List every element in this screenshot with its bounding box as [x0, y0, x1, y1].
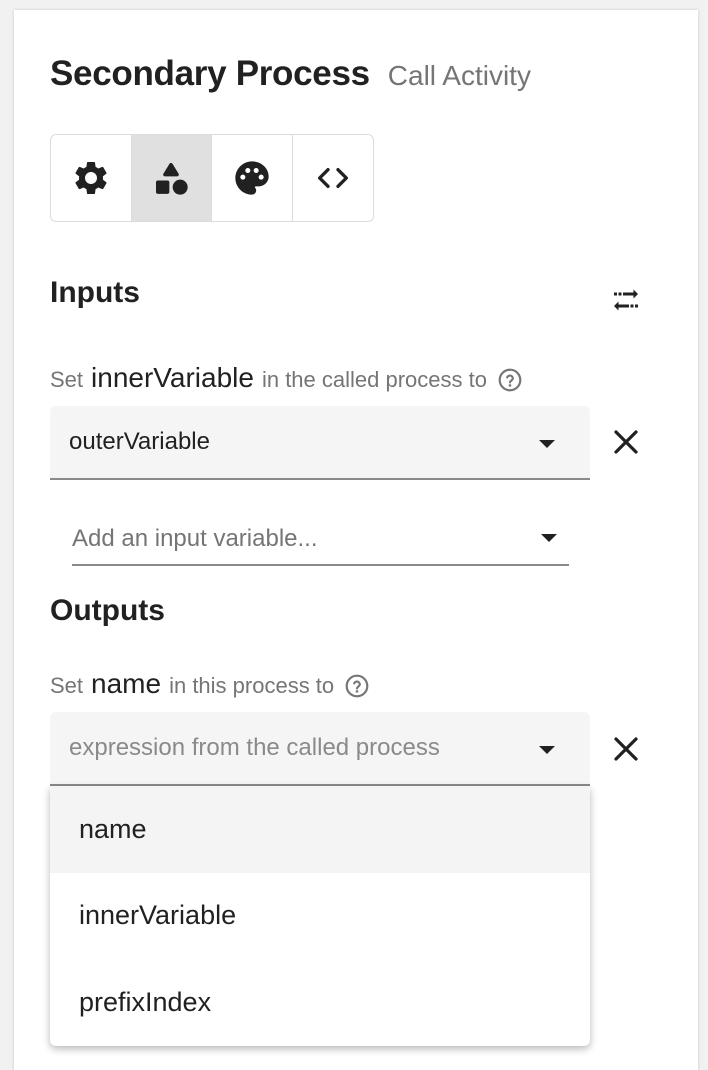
close-icon [614, 737, 638, 761]
hint-suffix: in this process to [169, 673, 335, 698]
shapes-icon [156, 162, 188, 195]
help-icon[interactable] [497, 367, 523, 393]
help-icon[interactable] [344, 673, 370, 699]
appearance-tab-button[interactable] [212, 135, 293, 221]
add-input-variable-select[interactable]: Add an input variable... [72, 514, 569, 566]
element-type-label: Call Activity [387, 60, 531, 91]
input-mapping-hint: Set innerVariable in the called process … [50, 362, 523, 394]
hint-variable-name: innerVariable [91, 362, 254, 393]
input-value: outerVariable [69, 428, 210, 455]
swap-horizontal-icon [614, 289, 638, 311]
add-input-placeholder: Add an input variable... [72, 525, 318, 552]
hint-variable-name: name [91, 668, 162, 699]
output-mapping-hint: Set name in this process to [50, 668, 370, 700]
panel-header: Secondary Process Call Activity [50, 54, 531, 94]
chevron-down-icon [539, 746, 555, 754]
output-options-menu: name innerVariable prefixIndex [50, 786, 590, 1046]
outputs-section-title: Outputs [50, 594, 165, 627]
settings-tab-button[interactable] [51, 135, 132, 221]
close-icon [614, 430, 638, 454]
menu-option-innervariable[interactable]: innerVariable [50, 873, 590, 960]
gear-icon [75, 162, 107, 194]
hint-suffix: in the called process to [261, 367, 487, 392]
properties-toolbar [50, 134, 374, 222]
hint-prefix: Set [50, 673, 84, 698]
swap-mapping-button[interactable] [606, 280, 646, 320]
code-tab-button[interactable] [293, 135, 374, 221]
chevron-down-icon [539, 440, 555, 448]
remove-input-button[interactable] [606, 422, 646, 462]
output-placeholder: expression from the called process [69, 734, 440, 761]
menu-option-prefixindex[interactable]: prefixIndex [50, 959, 590, 1046]
inputs-section-title: Inputs [50, 276, 140, 309]
page-title: Secondary Process [50, 54, 370, 93]
code-icon [317, 168, 348, 188]
menu-option-name[interactable]: name [50, 786, 590, 873]
input-value-select[interactable]: outerVariable [50, 406, 590, 480]
palette-icon [235, 161, 269, 195]
properties-panel: Secondary Process Call Activity Inputs S… [14, 10, 698, 1070]
shapes-tab-button[interactable] [131, 135, 212, 221]
hint-prefix: Set [50, 367, 84, 392]
remove-output-button[interactable] [606, 729, 646, 769]
output-expression-select[interactable]: expression from the called process [50, 712, 590, 786]
chevron-down-icon [541, 534, 557, 542]
